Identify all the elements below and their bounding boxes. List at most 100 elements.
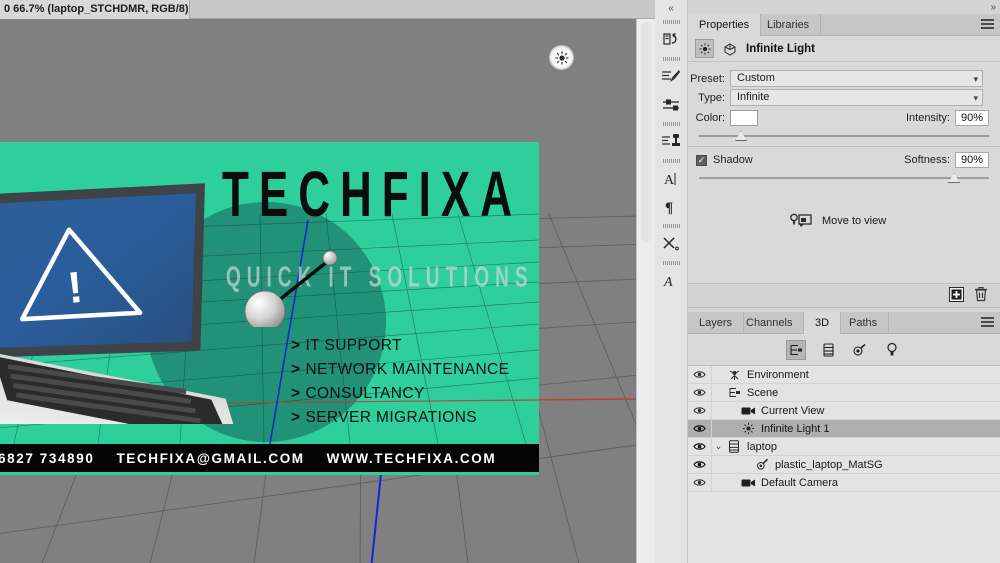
adjustments-sliders-icon[interactable] [655, 91, 687, 119]
tree-item-label: Default Camera [761, 476, 839, 489]
visibility-toggle[interactable] [688, 474, 712, 491]
panel-grip[interactable] [655, 221, 687, 230]
light-gizmo-widget[interactable] [549, 45, 574, 70]
clone-source-icon[interactable] [655, 128, 687, 156]
contact-bar: 6827 734890 TECHFIXA@GMAIL.COM WWW.TECHF… [0, 444, 539, 472]
filter-materials-icon[interactable] [850, 340, 870, 360]
intensity-slider[interactable] [699, 131, 989, 141]
glyphs-icon[interactable]: A [655, 267, 687, 295]
list-item: > CONSULTANCY [291, 382, 509, 406]
3d-scene-tree: Environment Scene Current View Infinite … [688, 366, 1000, 563]
panel-grip[interactable] [655, 54, 687, 63]
scrollbar-thumb[interactable] [641, 22, 652, 242]
document-tab-bar: 0 66.7% (laptop_STCHDMR, RGB/8) * [0, 0, 655, 19]
properties-panel-tabs: Properties Libraries [688, 14, 1000, 36]
visibility-toggle[interactable] [688, 420, 712, 437]
visibility-toggle[interactable] [688, 366, 712, 383]
properties-header: Infinite Light [688, 36, 1000, 62]
tab-label: Paths [849, 317, 878, 329]
slider-track [699, 177, 989, 179]
table-row[interactable]: Current View [688, 402, 1000, 420]
expand-dock-button[interactable]: » [990, 2, 996, 13]
tree-twisty[interactable]: ⌄ [712, 441, 725, 452]
type-select[interactable]: Infinite ▾ [730, 89, 983, 106]
brush-presets-icon[interactable] [655, 63, 687, 91]
delete-light-icon[interactable] [974, 286, 988, 305]
visibility-toggle[interactable] [688, 402, 712, 419]
filter-scene-icon[interactable] [786, 339, 806, 360]
tab-3d[interactable]: 3D [804, 312, 842, 334]
divider [688, 146, 1000, 147]
contact-website: WWW.TECHFIXA.COM [326, 450, 497, 466]
table-row[interactable]: Environment [688, 366, 1000, 384]
paragraph-icon[interactable]: ¶ [655, 193, 687, 221]
brand-title: TECHFIXA [222, 159, 522, 231]
panel-grip[interactable] [655, 156, 687, 165]
intensity-value[interactable]: 90% [955, 110, 989, 126]
collapse-panels-button[interactable]: « [655, 0, 687, 17]
visibility-toggle[interactable] [688, 384, 712, 401]
table-row[interactable]: Scene [688, 384, 1000, 402]
light-icon [739, 422, 757, 435]
shadow-checkbox[interactable]: ✓ [696, 154, 707, 166]
tab-channels[interactable]: Channels [735, 312, 805, 334]
bullet-arrow: > [291, 385, 301, 402]
table-row[interactable]: ⌄ laptop [688, 438, 1000, 456]
tab-properties[interactable]: Properties [688, 14, 762, 36]
type-row: Type: Infinite ▾ [688, 89, 1000, 106]
coordinates-icon[interactable] [721, 42, 739, 56]
preset-row: Preset: Custom ▾ [688, 70, 1000, 87]
right-dock: » Properties Libraries Infinite Light Pr… [688, 0, 1000, 563]
panel-menu-icon[interactable] [981, 317, 994, 328]
panel-grip[interactable] [655, 258, 687, 267]
panel-grip[interactable] [655, 17, 687, 26]
service-label: CONSULTANCY [305, 385, 425, 402]
move-to-view-label: Move to view [822, 215, 887, 227]
tree-item-label: laptop [747, 440, 777, 453]
character-icon[interactable]: A [655, 165, 687, 193]
environment-icon [725, 368, 743, 381]
filter-meshes-icon[interactable] [818, 340, 838, 360]
tab-label: 3D [815, 317, 830, 329]
table-row[interactable]: Default Camera [688, 474, 1000, 492]
tree-item-label: Infinite Light 1 [761, 422, 830, 435]
visibility-toggle[interactable] [688, 438, 712, 455]
softness-value[interactable]: 90% [955, 152, 989, 168]
svg-text:A: A [663, 275, 673, 289]
document-canvas[interactable]: ! TECHFIXA QUICK IT SOLUTIONS > IT SUPPO… [0, 19, 636, 563]
move-to-view-button[interactable]: Move to view [790, 213, 886, 229]
filter-lights-icon[interactable] [882, 340, 902, 360]
properties-panel-body: Infinite Light Preset: Custom ▾ Type: In… [688, 36, 1000, 308]
sun-light-gizmo-icon [555, 51, 568, 64]
document-tab[interactable]: 0 66.7% (laptop_STCHDMR, RGB/8) * [0, 0, 190, 19]
3d-filter-bar [688, 334, 1000, 366]
tool-presets-icon[interactable] [655, 230, 687, 258]
light-manipulator-widget[interactable] [232, 247, 342, 327]
preset-select[interactable]: Custom ▾ [730, 70, 983, 87]
table-row[interactable]: plastic_laptop_MatSG [688, 456, 1000, 474]
tab-label: Channels [746, 317, 793, 329]
svg-text:A: A [664, 173, 675, 187]
panel-grip[interactable] [655, 119, 687, 128]
tab-libraries[interactable]: Libraries [756, 14, 822, 36]
light-type-icon[interactable] [695, 39, 714, 58]
tab-paths[interactable]: Paths [838, 312, 890, 334]
add-new-light-icon[interactable] [949, 286, 964, 305]
canvas-vertical-scrollbar[interactable] [636, 19, 655, 563]
type-value: Infinite [737, 91, 770, 103]
color-swatch[interactable] [730, 110, 758, 126]
camera-icon [739, 478, 757, 488]
service-label: SERVER MIGRATIONS [305, 409, 478, 426]
3d-object-rotate-icon[interactable] [655, 26, 687, 54]
tree-item-label: plastic_laptop_MatSG [775, 458, 883, 471]
properties-footer [688, 283, 1000, 307]
bullet-arrow: > [291, 361, 301, 378]
softness-slider[interactable] [699, 173, 989, 183]
panel-menu-icon[interactable] [981, 19, 994, 30]
visibility-toggle[interactable] [688, 456, 712, 473]
list-item: > IT SUPPORT [291, 334, 509, 358]
tree-item-label: Current View [761, 404, 825, 417]
table-row[interactable]: Infinite Light 1 [688, 420, 1000, 438]
camera-icon [739, 406, 757, 416]
material-icon [753, 458, 771, 471]
